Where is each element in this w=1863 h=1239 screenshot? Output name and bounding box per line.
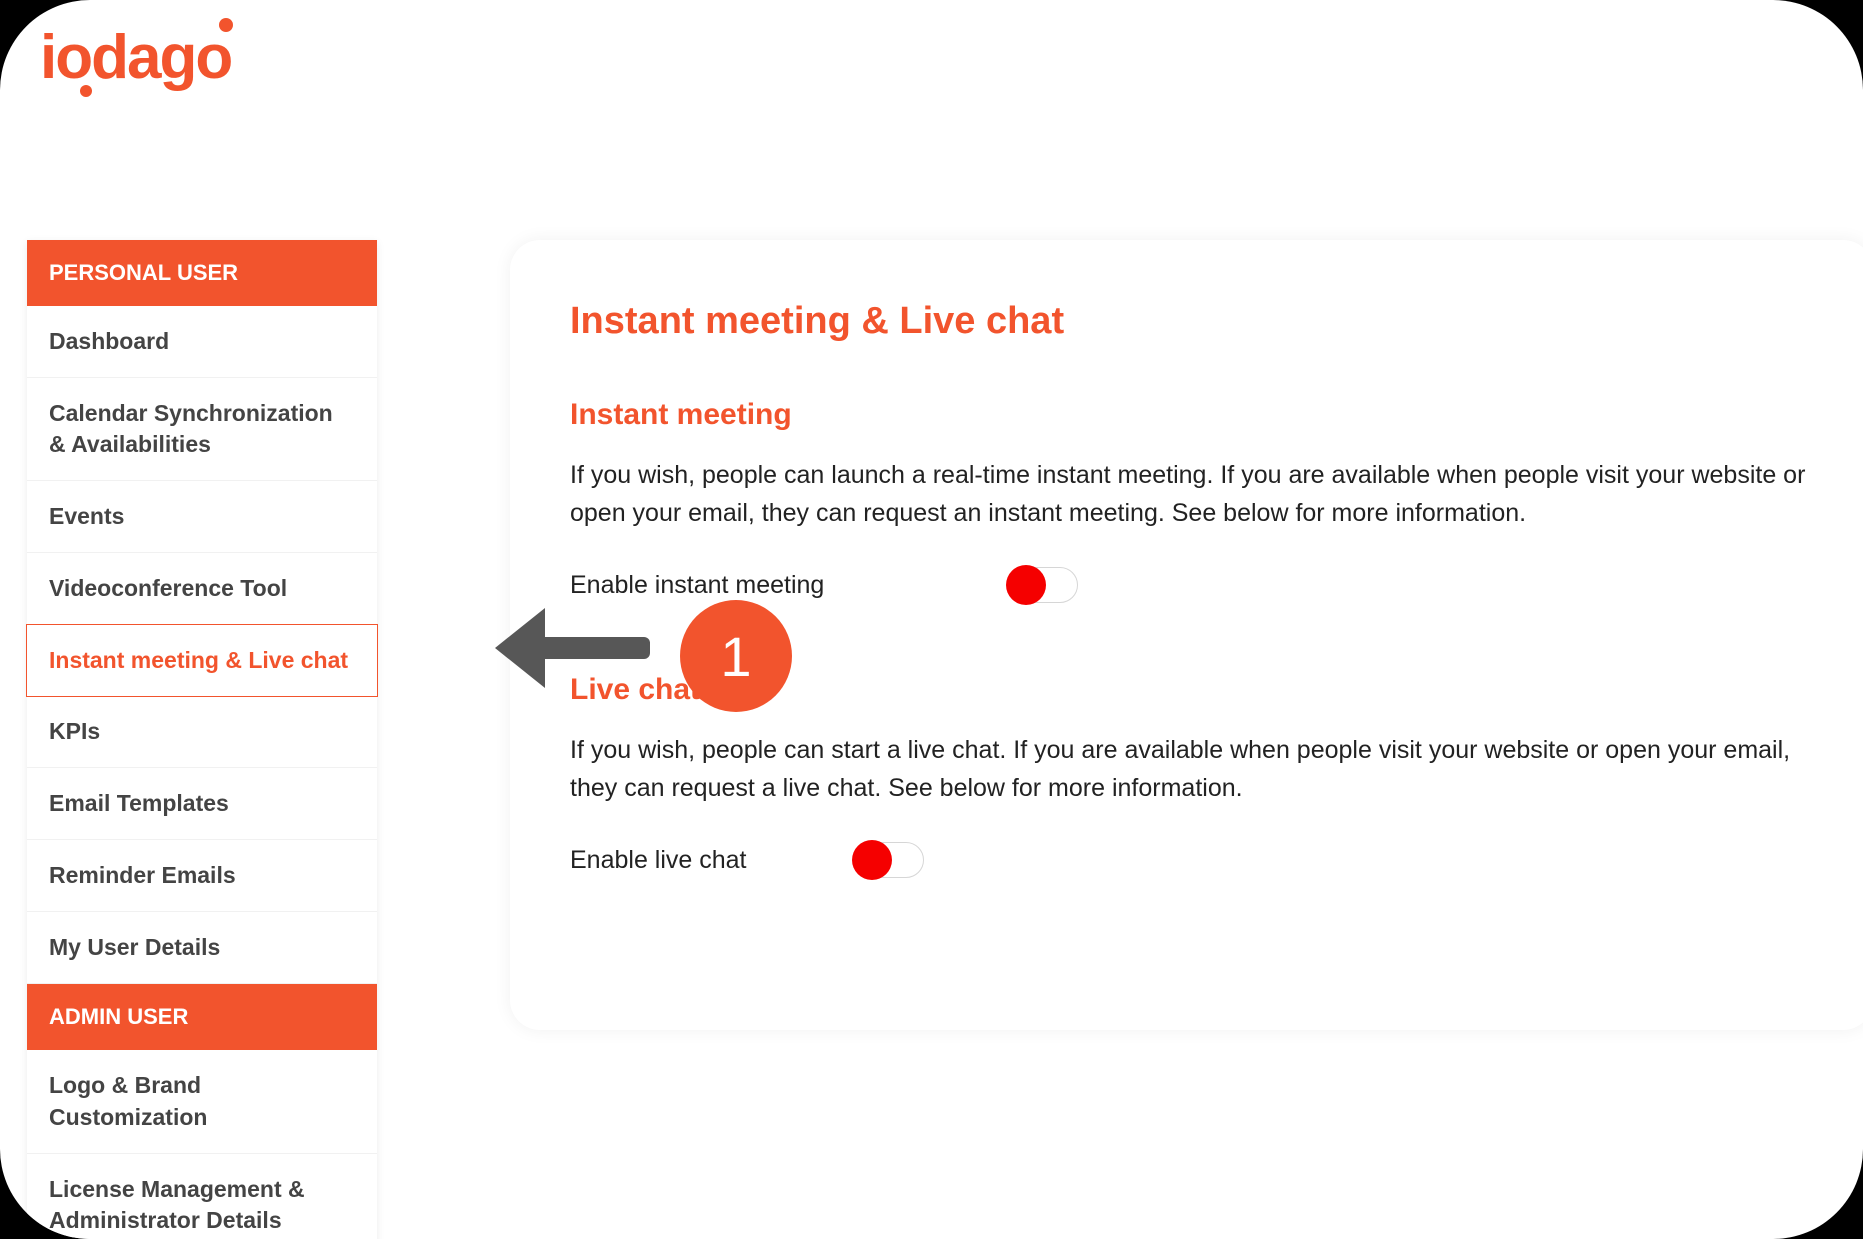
page-title: Instant meeting & Live chat (570, 300, 1813, 343)
live-chat-toggle-row: Enable live chat (570, 842, 1813, 878)
sidebar-item-dashboard[interactable]: Dashboard (27, 306, 377, 378)
annotation-badge: 1 (680, 600, 792, 712)
sidebar-item-instant-meeting-live-chat[interactable]: Instant meeting & Live chat (26, 624, 378, 697)
brand-name: iodago (40, 22, 231, 93)
instant-meeting-toggle[interactable] (1008, 567, 1078, 603)
toggle-knob (852, 840, 892, 880)
sidebar-item-events[interactable]: Events (27, 481, 377, 553)
logo-dot-icon (80, 85, 92, 97)
sidebar-item-reminder-emails[interactable]: Reminder Emails (27, 840, 377, 912)
sidebar-item-license-management[interactable]: License Management & Administrator Detai… (27, 1154, 377, 1239)
sidebar-item-logo-brand[interactable]: Logo & Brand Customization (27, 1050, 377, 1153)
annotation-badge-number: 1 (720, 624, 751, 689)
sidebar-section-personal-user: PERSONAL USER (27, 240, 377, 306)
toggle-knob (1006, 565, 1046, 605)
sidebar-item-videoconference[interactable]: Videoconference Tool (27, 553, 377, 625)
live-chat-toggle[interactable] (854, 842, 924, 878)
live-chat-description: If you wish, people can start a live cha… (570, 732, 1813, 807)
instant-meeting-toggle-row: Enable instant meeting (570, 567, 1813, 603)
sidebar-section-admin-user: ADMIN USER (27, 984, 377, 1050)
sidebar-item-email-templates[interactable]: Email Templates (27, 768, 377, 840)
sidebar-item-my-user-details[interactable]: My User Details (27, 912, 377, 984)
app-frame: iodago PERSONAL USER Dashboard Calendar … (0, 0, 1863, 1239)
instant-meeting-description: If you wish, people can launch a real-ti… (570, 457, 1813, 532)
live-chat-toggle-label: Enable live chat (570, 846, 830, 875)
section-heading-instant-meeting: Instant meeting (570, 398, 1813, 432)
sidebar-item-kpis[interactable]: KPIs (27, 696, 377, 768)
instant-meeting-toggle-label: Enable instant meeting (570, 571, 830, 600)
brand-logo: iodago (40, 22, 231, 93)
sidebar: PERSONAL USER Dashboard Calendar Synchro… (27, 240, 377, 1239)
sidebar-item-calendar-sync[interactable]: Calendar Synchronization & Availabilitie… (27, 378, 377, 481)
